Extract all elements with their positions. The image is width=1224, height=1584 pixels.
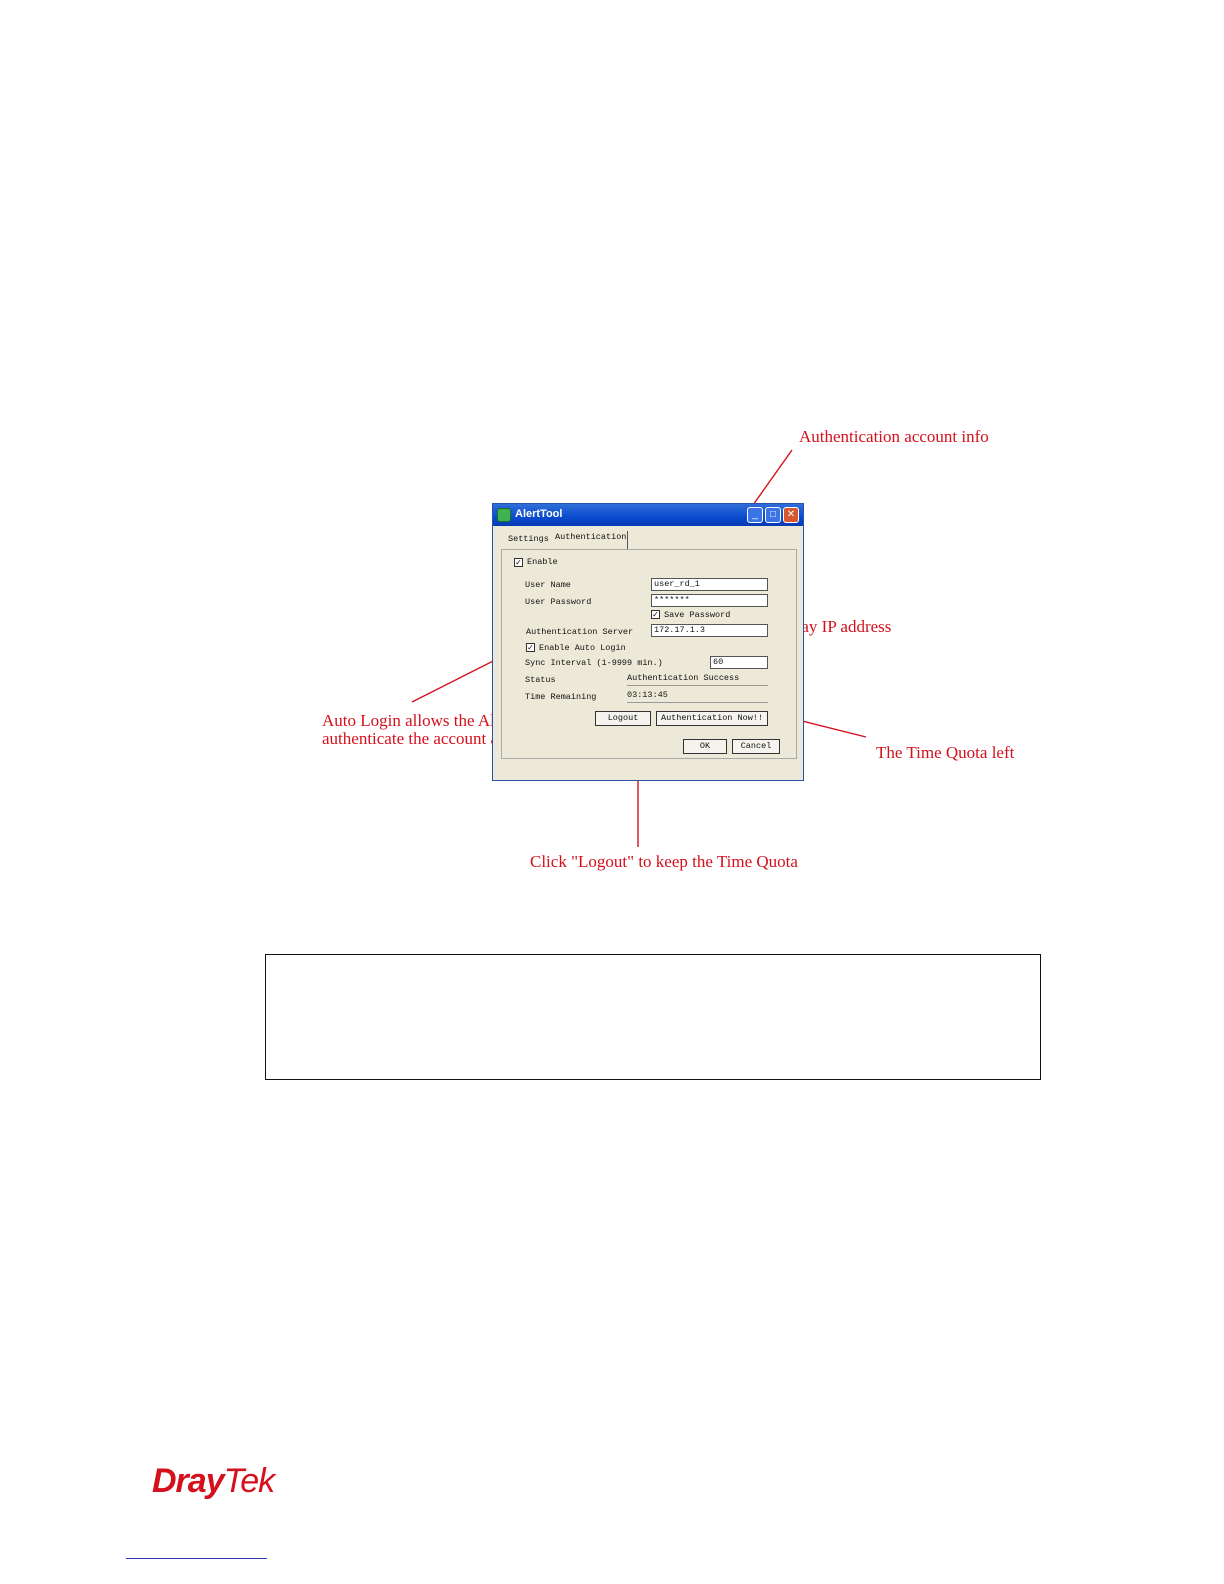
app-icon (497, 508, 511, 522)
save-password-label: Save Password (664, 610, 731, 620)
enable-checkbox[interactable]: ✓ (514, 558, 523, 567)
close-icon[interactable]: ✕ (783, 507, 799, 523)
tab-authentication[interactable]: Authentication (555, 532, 626, 546)
auth-server-input[interactable]: 172.17.1.3 (651, 624, 768, 637)
annotation-logout-hint: Click "Logout" to keep the Time Quota (530, 852, 798, 871)
auto-login-label: Enable Auto Login (539, 643, 626, 653)
sync-interval-input[interactable]: 60 (710, 656, 768, 669)
footer-rule (126, 1558, 267, 1559)
auth-server-label: Authentication Server (526, 627, 634, 637)
enable-label: Enable (527, 557, 558, 567)
status-value: Authentication Success (627, 673, 768, 686)
time-remaining-value: 03:13:45 (627, 690, 768, 703)
save-password-checkbox[interactable]: ✓ (651, 610, 660, 619)
maximize-icon[interactable]: □ (765, 507, 781, 523)
user-password-input[interactable]: ******* (651, 594, 768, 607)
note-box (265, 954, 1041, 1080)
minimize-icon[interactable]: _ (747, 507, 763, 523)
tab-settings[interactable]: Settings (508, 534, 549, 548)
user-name-label: User Name (525, 580, 571, 590)
title-bar[interactable]: AlertTool _ □ ✕ (493, 504, 803, 526)
ok-button[interactable]: OK (683, 739, 727, 754)
alerttool-window: AlertTool _ □ ✕ Settings Authentication … (492, 503, 804, 781)
logo-tek: Tek (223, 1462, 276, 1500)
logout-button[interactable]: Logout (595, 711, 651, 726)
time-remaining-label: Time Remaining (525, 692, 597, 702)
auto-login-checkbox[interactable]: ✓ (526, 643, 535, 652)
sync-interval-label: Sync Interval (1-9999 min.) (525, 658, 663, 668)
window-title: AlertTool (515, 508, 563, 520)
user-password-label: User Password (525, 597, 592, 607)
authentication-now-button[interactable]: Authentication Now!! (656, 711, 768, 726)
user-name-input[interactable]: user_rd_1 (651, 578, 768, 591)
cancel-button[interactable]: Cancel (732, 739, 780, 754)
status-label: Status (525, 675, 556, 685)
annotation-arrows (411, 449, 867, 847)
annotation-account-info: Authentication account info (799, 427, 989, 446)
annotation-time-quota: The Time Quota left (876, 743, 1015, 762)
logo-dray: Dray (152, 1462, 225, 1500)
draytek-logo: DrayTek (152, 1462, 276, 1501)
